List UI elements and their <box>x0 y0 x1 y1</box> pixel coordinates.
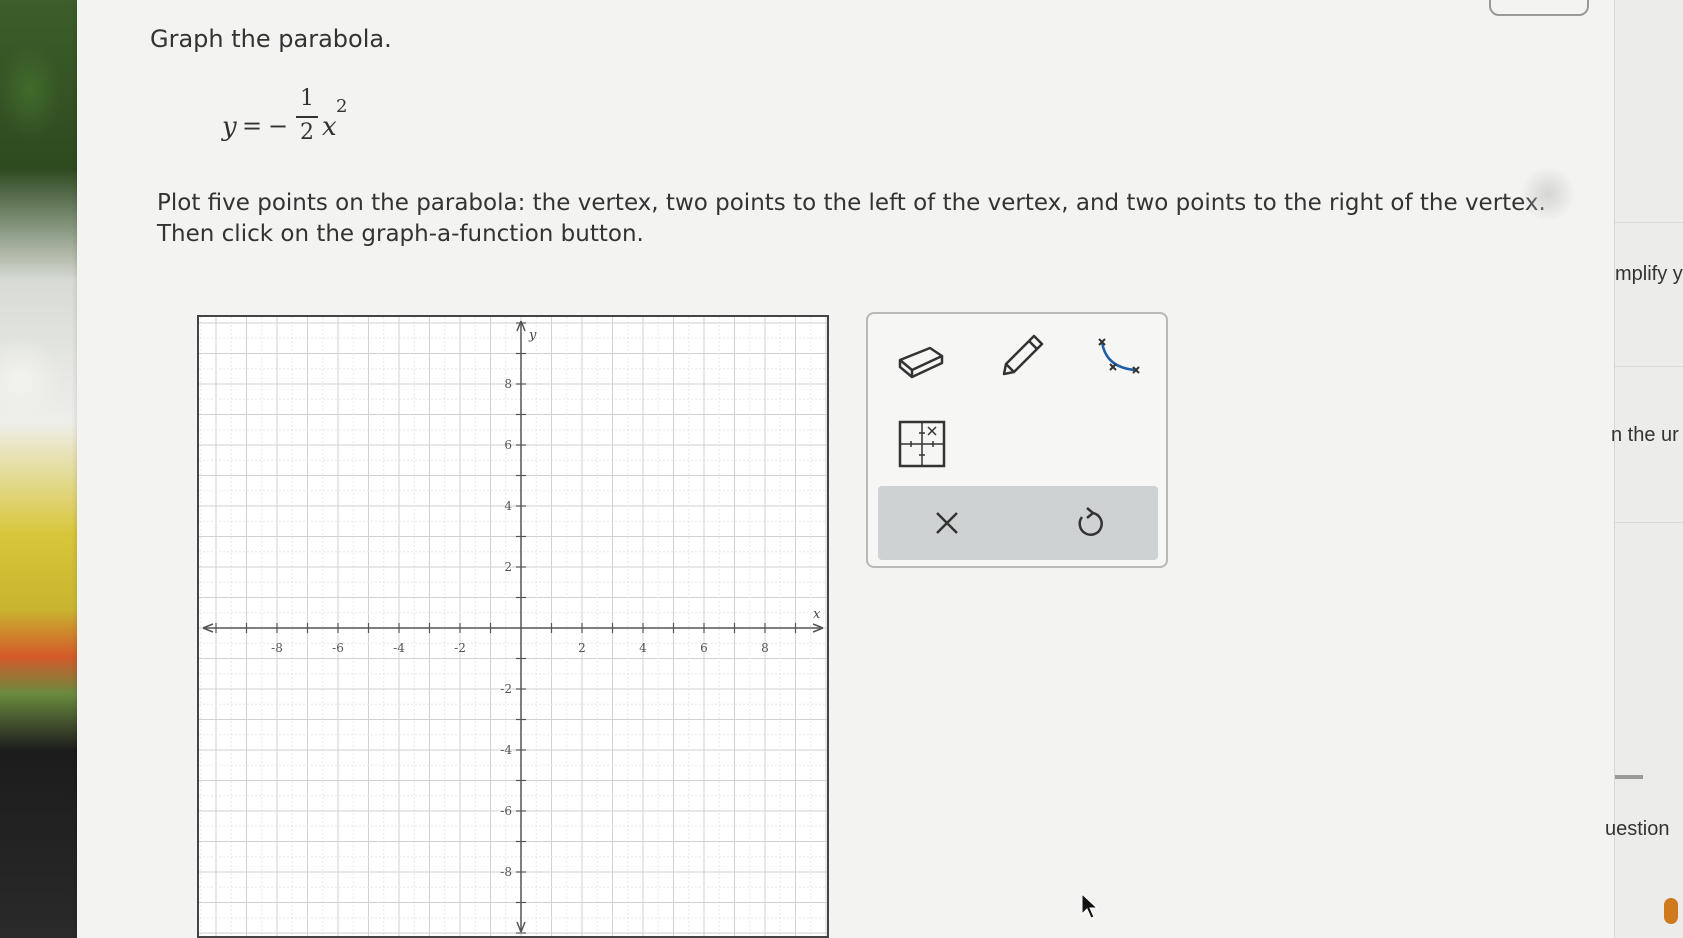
x-tick-label: 2 <box>578 641 586 655</box>
grid-point-icon <box>898 420 946 468</box>
side-separator <box>1615 522 1683 523</box>
mouse-cursor <box>1080 892 1100 924</box>
clear-button[interactable] <box>912 496 982 550</box>
action-bar <box>878 486 1158 560</box>
x-tick-label: -2 <box>454 641 466 655</box>
y-tick-label: -4 <box>500 743 512 757</box>
graph-function-button[interactable] <box>1090 330 1150 390</box>
equation-equals: = <box>242 112 263 140</box>
parabola-points-icon <box>1098 338 1140 374</box>
x-tick-label: -6 <box>332 641 344 655</box>
top-right-tab[interactable] <box>1489 0 1589 16</box>
y-tick-label: -2 <box>500 682 512 696</box>
side-panel-text-3: uestion <box>1605 818 1670 840</box>
side-panel: mplify y n the ur uestion <box>1605 0 1683 938</box>
coordinate-plane[interactable]: x y -8 -6 -4 -2 2 4 6 8 8 6 4 2 -2 -4 -6 -8 <box>199 317 827 936</box>
y-tick-label: -6 <box>500 804 512 818</box>
eraser-tool-button[interactable] <box>892 330 952 390</box>
fraction-numerator: 1 <box>300 86 314 111</box>
x-tick-label: 6 <box>700 641 708 655</box>
question-title: Graph the parabola. <box>150 25 392 53</box>
fraction-denominator: 2 <box>300 120 314 145</box>
fraction-bar <box>296 116 318 118</box>
equation-sign: − <box>268 112 289 140</box>
point-grid-button[interactable] <box>892 414 952 474</box>
instructions-line-2: Then click on the graph-a-function butto… <box>157 221 644 247</box>
undo-button[interactable] <box>1054 496 1124 550</box>
undo-icon <box>1078 507 1103 536</box>
side-panel-text-1: mplify y <box>1615 263 1683 285</box>
equation-lhs: y <box>222 112 237 142</box>
equation-exponent: 2 <box>336 96 348 117</box>
graph-area[interactable]: x y -8 -6 -4 -2 2 4 6 8 8 6 4 2 -2 -4 -6 -8 <box>197 315 829 938</box>
side-separator <box>1615 366 1683 367</box>
side-slider-handle[interactable] <box>1615 775 1643 779</box>
y-axis-label: y <box>528 328 537 343</box>
y-tick-label: 6 <box>504 438 512 452</box>
y-tick-label: 4 <box>504 499 512 513</box>
equation-fraction: 1 2 <box>296 86 318 146</box>
graphing-toolbox <box>866 312 1168 568</box>
x-axis-label: x <box>813 607 821 622</box>
instructions: Plot five points on the parabola: the ve… <box>157 188 1617 250</box>
screen-glare <box>1520 166 1576 222</box>
instructions-line-1: Plot five points on the parabola: the ve… <box>157 190 1546 216</box>
side-panel-text-2: n the ur <box>1611 424 1679 446</box>
y-tick-label: 2 <box>504 560 512 574</box>
y-tick-label: -8 <box>500 865 512 879</box>
x-tick-label: 4 <box>639 641 647 655</box>
microphone-icon[interactable] <box>1664 898 1678 924</box>
x-tick-label: 8 <box>761 641 769 655</box>
side-separator <box>1615 222 1683 223</box>
pencil-icon <box>1002 334 1044 376</box>
close-icon <box>936 512 958 534</box>
equation-variable: x <box>322 112 337 142</box>
pencil-tool-button[interactable] <box>992 330 1052 390</box>
eraser-icon <box>898 346 944 379</box>
x-tick-label: -4 <box>393 641 405 655</box>
x-tick-label: -8 <box>271 641 283 655</box>
y-tick-label: 8 <box>504 377 512 391</box>
